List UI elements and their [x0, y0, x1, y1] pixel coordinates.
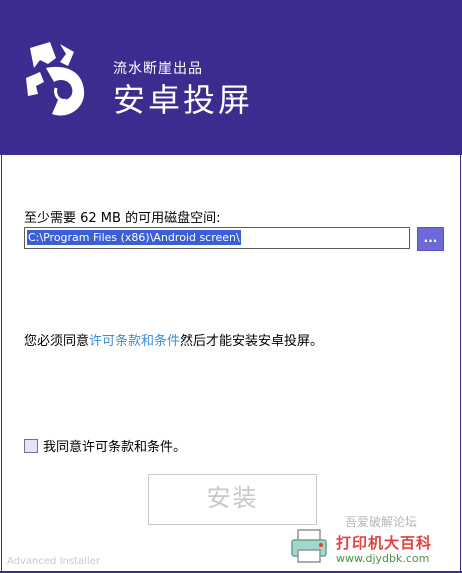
license-notice: 您必须同意许可条款和条件然后才能安装安卓投屏。	[24, 330, 323, 349]
footer-brand: Advanced Installer	[7, 556, 100, 567]
install-path-value: C:\Program Files (x86)\Android screen\	[27, 230, 241, 245]
agree-checkbox[interactable]	[24, 438, 38, 453]
watermark-main-text: 打印机大百科	[336, 534, 433, 552]
license-terms-link[interactable]: 许可条款和条件	[89, 334, 180, 349]
watermark-forum-text: 吾爱破解论坛	[345, 515, 418, 529]
installer-body: 至少需要 62 MB 的可用磁盘空间: C:\Program Files (x8…	[1, 155, 461, 571]
watermark-url: www.djydbk.com	[336, 552, 430, 565]
install-path-input[interactable]: C:\Program Files (x86)\Android screen\	[24, 227, 410, 249]
header-banner: 流水断崖出品 安卓投屏	[0, 0, 462, 155]
license-notice-suffix: 然后才能安装安卓投屏。	[180, 334, 324, 349]
license-notice-prefix: 您必须同意	[24, 334, 90, 349]
brand-title: 安卓投屏	[113, 81, 254, 119]
watermark: 吾爱破解论坛 打印机大百科 www.djydbk.com	[290, 512, 460, 570]
disk-space-label: 至少需要 62 MB 的可用磁盘空间:	[24, 211, 221, 226]
app-logo-icon	[26, 42, 85, 116]
browse-button[interactable]: ...	[417, 227, 444, 251]
printer-icon	[291, 529, 327, 563]
agree-checkbox-label[interactable]: 我同意许可条款和条件。	[43, 436, 186, 455]
agree-checkbox-row[interactable]: 我同意许可条款和条件。	[24, 436, 186, 455]
